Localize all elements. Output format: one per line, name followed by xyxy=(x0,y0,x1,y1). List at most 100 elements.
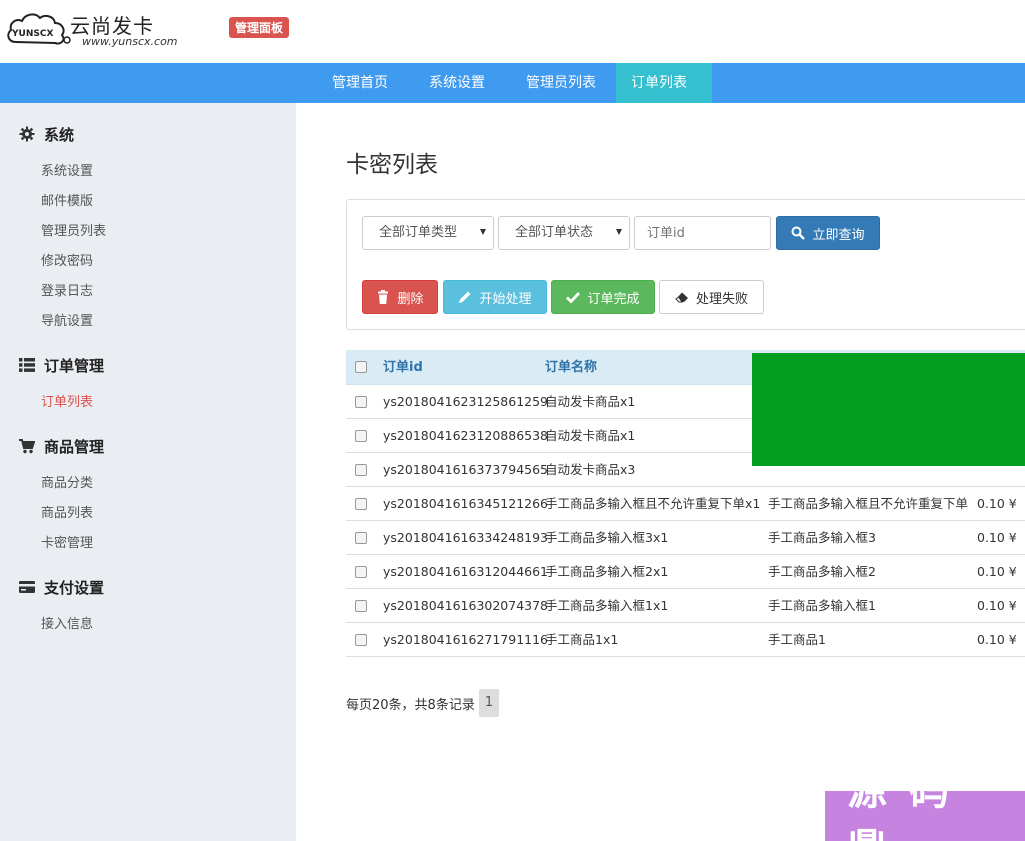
order-status-select[interactable]: 全部订单状态 xyxy=(498,216,630,250)
process-failed-button[interactable]: 处理失败 xyxy=(659,280,764,314)
cell-product-name: 手工商品多输入框2 xyxy=(768,564,876,579)
trash-icon xyxy=(378,290,389,304)
row-checkbox[interactable] xyxy=(355,396,367,408)
start-processing-label: 开始处理 xyxy=(479,291,532,307)
list-icon xyxy=(19,358,35,372)
nav-item-admin-list[interactable]: 管理员列表 xyxy=(511,63,611,103)
sidebar-group-products[interactable]: 商品管理 xyxy=(19,435,104,457)
row-checkbox[interactable] xyxy=(355,464,367,476)
cell-order-name: 手工商品多输入框2x1 xyxy=(545,564,669,579)
table-row[interactable]: ys2018041616345121266 手工商品多输入框且不允许重复下单x1… xyxy=(346,487,1025,521)
row-checkbox[interactable] xyxy=(355,498,367,510)
logo-badge-text: YUNSCX xyxy=(11,29,53,39)
search-button-label: 立即查询 xyxy=(812,227,865,243)
sidebar-group-orders[interactable]: 订单管理 xyxy=(19,354,104,376)
cell-product-name: 手工商品多输入框1 xyxy=(768,598,876,613)
logo-url: www.yunscx.com xyxy=(82,35,178,48)
process-failed-label: 处理失败 xyxy=(695,291,748,307)
order-type-value: 全部订单类型 xyxy=(379,225,458,240)
redaction-overlay xyxy=(752,353,1025,466)
cell-price: 0.10 ¥ xyxy=(977,632,1017,647)
caret-down-icon xyxy=(480,229,486,235)
caret-down-icon xyxy=(616,229,622,235)
cell-product-name: 手工商品多输入框且不允许重复下单 xyxy=(768,496,969,511)
nav-item-home[interactable]: 管理首页 xyxy=(317,63,403,103)
order-id-input[interactable] xyxy=(634,216,771,250)
cell-order-id: ys2018041616334248193 xyxy=(383,530,549,545)
search-icon xyxy=(791,226,806,240)
cell-price: 0.10 ¥ xyxy=(977,530,1017,545)
nav-item-order-list[interactable]: 订单列表 xyxy=(616,63,712,103)
header: YUNSCX 云尚发卡 www.yunscx.com 管理面板 xyxy=(0,0,1025,63)
nav-item-system-settings[interactable]: 系统设置 xyxy=(414,63,500,103)
cell-order-id: ys2018041616373794565 xyxy=(383,462,549,477)
row-checkbox[interactable] xyxy=(355,566,367,578)
sidebar-group-payment[interactable]: 支付设置 xyxy=(19,576,104,598)
cloud-logo-icon: YUNSCX xyxy=(7,13,71,45)
order-status-value: 全部订单状态 xyxy=(515,225,594,240)
sidebar-item-login-log[interactable]: 登录日志 xyxy=(41,280,93,299)
sidebar-item-card-management[interactable]: 卡密管理 xyxy=(41,532,93,551)
cell-order-name: 自动发卡商品x1 xyxy=(545,394,636,409)
sidebar-item-nav-settings[interactable]: 导航设置 xyxy=(41,310,93,329)
row-checkbox[interactable] xyxy=(355,532,367,544)
filter-panel: 全部订单类型 全部订单状态 立即查询 删除 开始处理 订单完成 处理失败 xyxy=(346,199,1025,330)
cell-order-name: 手工商品多输入框且不允许重复下单x1 xyxy=(545,496,761,511)
cell-order-name: 手工商品1x1 xyxy=(545,632,619,647)
table-row[interactable]: ys2018041616302074378 手工商品多输入框1x1 手工商品多输… xyxy=(346,589,1025,623)
sidebar-item-product-list[interactable]: 商品列表 xyxy=(41,502,93,521)
row-checkbox[interactable] xyxy=(355,634,367,646)
cell-order-id: ys2018041616302074378 xyxy=(383,598,549,613)
page-button-1[interactable]: 1 xyxy=(478,689,500,717)
row-checkbox[interactable] xyxy=(355,600,367,612)
sidebar-item-change-password[interactable]: 修改密码 xyxy=(41,250,93,269)
check-icon xyxy=(566,292,581,304)
column-header-order-name[interactable]: 订单名称 xyxy=(545,350,597,385)
start-processing-button[interactable]: 开始处理 xyxy=(443,280,547,314)
cell-order-name: 手工商品多输入框1x1 xyxy=(545,598,669,613)
delete-button-label: 删除 xyxy=(397,291,424,307)
sidebar-item-system-settings[interactable]: 系统设置 xyxy=(41,160,93,179)
sidebar-group-label: 支付设置 xyxy=(44,578,105,597)
cell-order-id: ys2018041616312044661 xyxy=(383,564,549,579)
cell-order-name: 自动发卡商品x1 xyxy=(545,428,636,443)
eraser-icon xyxy=(675,292,688,303)
pagination: 每页20条，共8条记录 1 xyxy=(346,688,500,718)
select-all-checkbox[interactable] xyxy=(355,361,367,373)
cell-product-name: 手工商品多输入框3 xyxy=(768,530,876,545)
cell-order-name: 自动发卡商品x3 xyxy=(545,462,636,477)
sidebar-item-admin-list[interactable]: 管理员列表 xyxy=(41,220,106,239)
order-type-select[interactable]: 全部订单类型 xyxy=(362,216,494,250)
sidebar: 系统 系统设置 邮件模版 管理员列表 修改密码 登录日志 导航设置 订单管理 订… xyxy=(0,103,296,841)
search-button[interactable]: 立即查询 xyxy=(776,216,880,250)
row-checkbox[interactable] xyxy=(355,430,367,442)
table-row[interactable]: ys2018041616312044661 手工商品多输入框2x1 手工商品多输… xyxy=(346,555,1025,589)
logo[interactable]: YUNSCX 云尚发卡 www.yunscx.com xyxy=(4,6,194,52)
cell-product-name: 手工商品1 xyxy=(768,632,826,647)
cell-order-id: ys2018041623120886538 xyxy=(383,428,549,443)
page-title: 卡密列表 xyxy=(346,152,438,178)
order-complete-button[interactable]: 订单完成 xyxy=(551,280,655,314)
sidebar-group-system[interactable]: 系统 xyxy=(19,123,74,145)
cell-order-id: ys2018041616345121266 xyxy=(383,496,549,511)
admin-panel-badge: 管理面板 xyxy=(229,17,290,38)
delete-button[interactable]: 删除 xyxy=(362,280,438,314)
sidebar-item-product-category[interactable]: 商品分类 xyxy=(41,472,93,491)
main-content: 卡密列表 全部订单类型 全部订单状态 立即查询 删除 开始处理 订单完成 xyxy=(296,103,1025,841)
sidebar-group-label: 订单管理 xyxy=(44,356,105,375)
cell-order-name: 手工商品多输入框3x1 xyxy=(545,530,669,545)
cell-order-id: ys2018041616271791116 xyxy=(383,632,549,647)
credit-card-icon xyxy=(19,581,35,593)
watermark-text: 源码鼎 xyxy=(847,768,971,841)
cell-price: 0.10 ¥ xyxy=(977,564,1017,579)
sidebar-item-order-list[interactable]: 订单列表 xyxy=(41,391,93,410)
sidebar-group-label: 系统 xyxy=(44,125,75,144)
order-complete-label: 订单完成 xyxy=(587,291,640,307)
column-header-order-id[interactable]: 订单id xyxy=(383,350,423,385)
cell-price: 0.10 ¥ xyxy=(977,598,1017,613)
sidebar-item-access-info[interactable]: 接入信息 xyxy=(41,613,93,632)
table-row[interactable]: ys2018041616334248193 手工商品多输入框3x1 手工商品多输… xyxy=(346,521,1025,555)
sidebar-item-email-template[interactable]: 邮件模版 xyxy=(41,190,93,209)
cart-icon xyxy=(19,439,35,454)
table-row[interactable]: ys2018041616271791116 手工商品1x1 手工商品1 0.10… xyxy=(346,623,1025,657)
